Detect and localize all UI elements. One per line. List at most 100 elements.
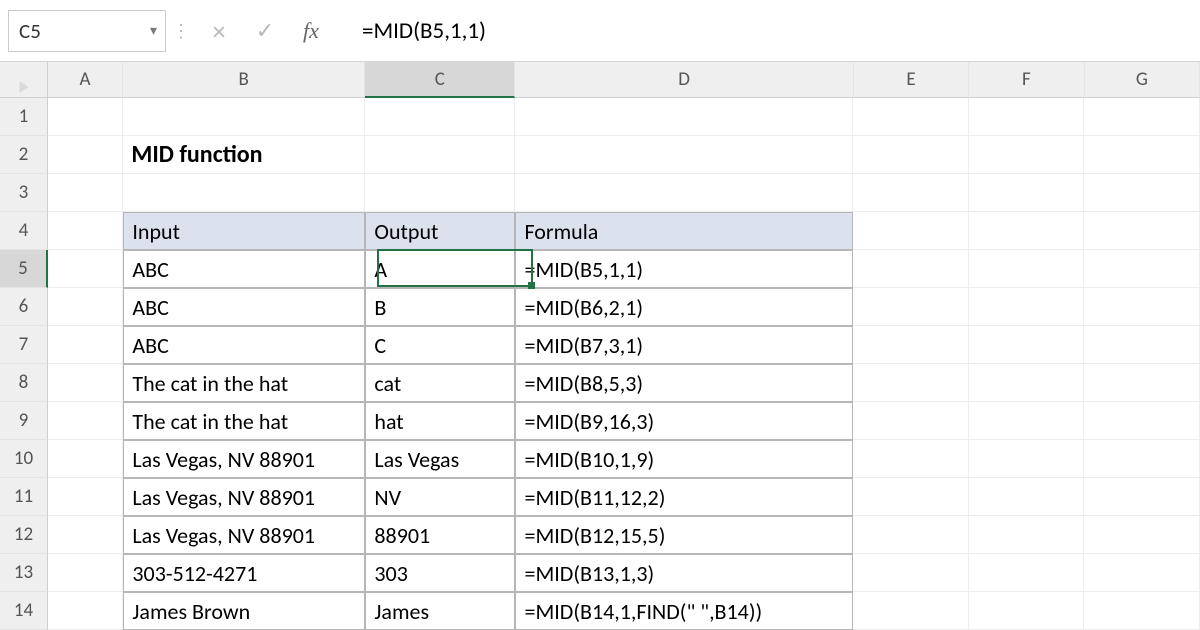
cell-A5[interactable] bbox=[48, 250, 123, 288]
cell-G12[interactable] bbox=[1084, 516, 1200, 554]
cell-C10[interactable]: Las Vegas bbox=[365, 440, 515, 478]
cell-A9[interactable] bbox=[48, 402, 123, 440]
cell-D3[interactable] bbox=[515, 174, 853, 212]
enter-button[interactable]: ✓ bbox=[242, 17, 288, 44]
cell-C4[interactable]: Output bbox=[365, 212, 515, 250]
row-header-1[interactable]: 1 bbox=[0, 98, 48, 136]
cell-G6[interactable] bbox=[1084, 288, 1200, 326]
row-header-2[interactable]: 2 bbox=[0, 136, 48, 174]
cell-D9[interactable]: =MID(B9,16,3) bbox=[515, 402, 853, 440]
cell-A14[interactable] bbox=[48, 592, 123, 630]
column-header-E[interactable]: E bbox=[854, 62, 969, 98]
row-header-6[interactable]: 6 bbox=[0, 288, 48, 326]
cell-E7[interactable] bbox=[853, 326, 969, 364]
cell-F4[interactable] bbox=[969, 212, 1085, 250]
cell-G13[interactable] bbox=[1084, 554, 1200, 592]
formula-input[interactable]: =MID(B5,1,1) bbox=[334, 17, 1200, 45]
cell-A6[interactable] bbox=[48, 288, 123, 326]
cell-F8[interactable] bbox=[969, 364, 1085, 402]
cell-C12[interactable]: 88901 bbox=[365, 516, 515, 554]
cell-G11[interactable] bbox=[1084, 478, 1200, 516]
cell-A11[interactable] bbox=[48, 478, 123, 516]
chevron-down-icon[interactable]: ▾ bbox=[150, 22, 157, 39]
cell-G7[interactable] bbox=[1084, 326, 1200, 364]
cell-B13[interactable]: 303-512-4271 bbox=[123, 554, 365, 592]
cell-D10[interactable]: =MID(B10,1,9) bbox=[515, 440, 853, 478]
cell-C14[interactable]: James bbox=[365, 592, 515, 630]
cell-B4[interactable]: Input bbox=[123, 212, 365, 250]
row-header-4[interactable]: 4 bbox=[0, 212, 48, 250]
row-header-10[interactable]: 10 bbox=[0, 440, 48, 478]
column-header-G[interactable]: G bbox=[1085, 62, 1200, 98]
cell-E8[interactable] bbox=[853, 364, 969, 402]
cell-B5[interactable]: ABC bbox=[123, 250, 365, 288]
cell-G5[interactable] bbox=[1084, 250, 1200, 288]
cell-F13[interactable] bbox=[969, 554, 1085, 592]
row-header-12[interactable]: 12 bbox=[0, 516, 48, 554]
cell-F12[interactable] bbox=[969, 516, 1085, 554]
row-header-9[interactable]: 9 bbox=[0, 402, 48, 440]
cell-E4[interactable] bbox=[853, 212, 969, 250]
cell-C2[interactable] bbox=[365, 136, 515, 174]
cells-area[interactable]: MID functionInputOutputFormulaABCA=MID(B… bbox=[48, 98, 1200, 630]
column-header-C[interactable]: C bbox=[365, 62, 515, 98]
cell-D13[interactable]: =MID(B13,1,3) bbox=[515, 554, 853, 592]
cell-C3[interactable] bbox=[365, 174, 515, 212]
row-header-8[interactable]: 8 bbox=[0, 364, 48, 402]
cell-G2[interactable] bbox=[1084, 136, 1200, 174]
cell-F10[interactable] bbox=[969, 440, 1085, 478]
cell-C1[interactable] bbox=[365, 98, 515, 136]
cell-B11[interactable]: Las Vegas, NV 88901 bbox=[123, 478, 365, 516]
cell-G4[interactable] bbox=[1084, 212, 1200, 250]
cell-G9[interactable] bbox=[1084, 402, 1200, 440]
cell-G10[interactable] bbox=[1084, 440, 1200, 478]
row-header-7[interactable]: 7 bbox=[0, 326, 48, 364]
cell-C11[interactable]: NV bbox=[365, 478, 515, 516]
cell-D4[interactable]: Formula bbox=[515, 212, 853, 250]
cell-D14[interactable]: =MID(B14,1,FIND(" ",B14)) bbox=[515, 592, 853, 630]
cell-A2[interactable] bbox=[48, 136, 123, 174]
cell-A1[interactable] bbox=[48, 98, 123, 136]
cell-F3[interactable] bbox=[969, 174, 1085, 212]
row-header-11[interactable]: 11 bbox=[0, 478, 48, 516]
cell-B7[interactable]: ABC bbox=[123, 326, 365, 364]
cell-E9[interactable] bbox=[853, 402, 969, 440]
cell-C9[interactable]: hat bbox=[365, 402, 515, 440]
cell-A7[interactable] bbox=[48, 326, 123, 364]
row-header-3[interactable]: 3 bbox=[0, 174, 48, 212]
cell-B6[interactable]: ABC bbox=[123, 288, 365, 326]
cell-B2[interactable]: MID function bbox=[123, 136, 365, 174]
cell-G1[interactable] bbox=[1084, 98, 1200, 136]
column-header-B[interactable]: B bbox=[123, 62, 365, 98]
column-header-A[interactable]: A bbox=[48, 62, 123, 98]
cell-D2[interactable] bbox=[515, 136, 853, 174]
cancel-button[interactable]: × bbox=[196, 15, 242, 47]
cell-D6[interactable]: =MID(B6,2,1) bbox=[515, 288, 853, 326]
cell-F9[interactable] bbox=[969, 402, 1085, 440]
cell-G14[interactable] bbox=[1084, 592, 1200, 630]
cell-D12[interactable]: =MID(B12,15,5) bbox=[515, 516, 853, 554]
cell-E1[interactable] bbox=[853, 98, 969, 136]
cell-E5[interactable] bbox=[853, 250, 969, 288]
cell-C6[interactable]: B bbox=[365, 288, 515, 326]
cell-E14[interactable] bbox=[853, 592, 969, 630]
cell-D1[interactable] bbox=[515, 98, 853, 136]
cell-D7[interactable]: =MID(B7,3,1) bbox=[515, 326, 853, 364]
cell-D8[interactable]: =MID(B8,5,3) bbox=[515, 364, 853, 402]
cell-A8[interactable] bbox=[48, 364, 123, 402]
row-header-5[interactable]: 5 bbox=[0, 250, 48, 288]
cell-F5[interactable] bbox=[969, 250, 1085, 288]
cell-E6[interactable] bbox=[853, 288, 969, 326]
cell-A4[interactable] bbox=[48, 212, 123, 250]
cell-B10[interactable]: Las Vegas, NV 88901 bbox=[123, 440, 365, 478]
cell-F2[interactable] bbox=[969, 136, 1085, 174]
cell-C8[interactable]: cat bbox=[365, 364, 515, 402]
cell-C7[interactable]: C bbox=[365, 326, 515, 364]
cell-A3[interactable] bbox=[48, 174, 123, 212]
fx-button[interactable]: fx bbox=[288, 18, 334, 44]
cell-B3[interactable] bbox=[123, 174, 365, 212]
cell-B14[interactable]: James Brown bbox=[123, 592, 365, 630]
cell-D11[interactable]: =MID(B11,12,2) bbox=[515, 478, 853, 516]
cell-E3[interactable] bbox=[853, 174, 969, 212]
cell-F14[interactable] bbox=[969, 592, 1085, 630]
